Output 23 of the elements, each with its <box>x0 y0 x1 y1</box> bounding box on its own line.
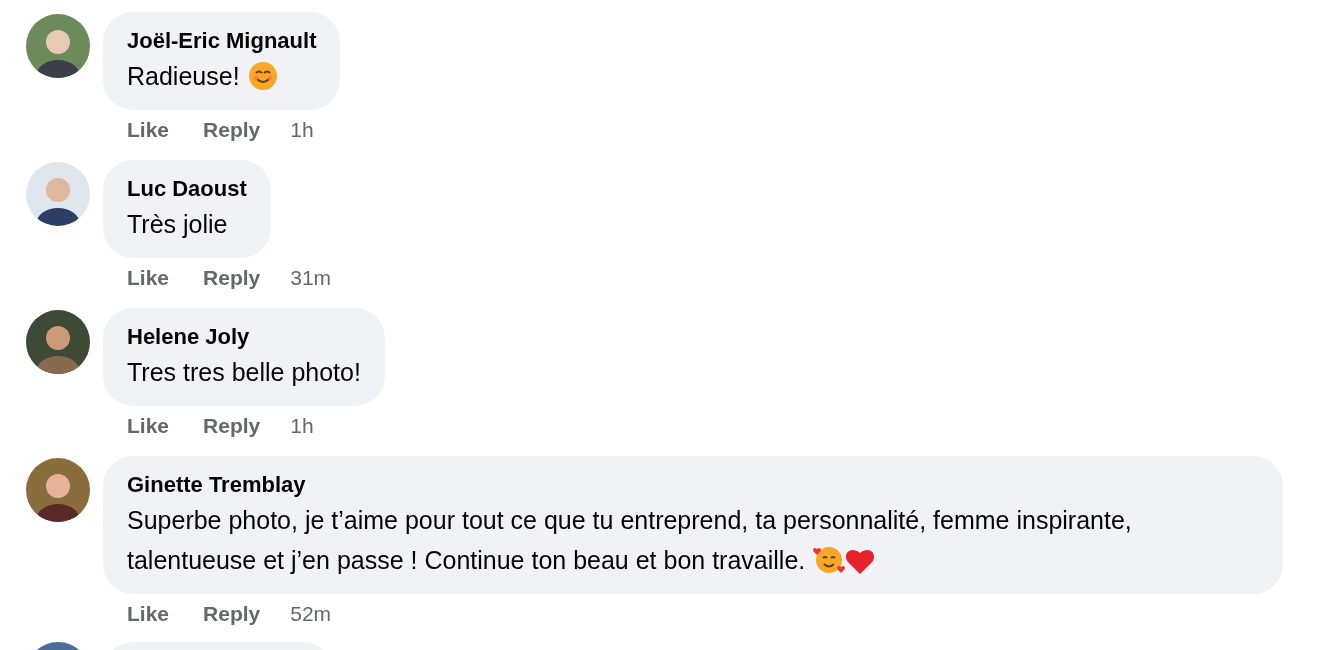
comment-text: Superbe photo, je t’aime pour tout ce que tu entreprend, ta personnalité, femme inspirante, talentueuse et j’en passe ! Continue ton beau et bon travaille. <box>127 505 1133 577</box>
author-name[interactable]: Ginette Tremblay <box>127 470 1259 500</box>
comment-text: Très jolie <box>127 209 229 240</box>
reply-link[interactable]: Reply <box>203 598 261 630</box>
comment-time[interactable]: 31m <box>290 262 332 294</box>
reply-link[interactable]: Reply <box>203 410 261 442</box>
like-link[interactable]: Like <box>127 262 170 294</box>
author-name[interactable]: Luc Daoust <box>127 174 247 204</box>
author-name[interactable]: Joël-Eric Mignault <box>127 26 317 56</box>
like-link[interactable]: Like <box>127 598 170 630</box>
comment-time[interactable]: 52m <box>290 598 332 630</box>
reply-link[interactable]: Reply <box>203 262 261 294</box>
comment-text: Radieuse! <box>127 56 317 96</box>
reply-link[interactable]: Reply <box>203 114 261 146</box>
like-link[interactable]: Like <box>127 114 170 146</box>
smiling-face-with-hearts-icon <box>813 545 846 575</box>
heart-icon <box>845 547 876 575</box>
smiling-face-icon <box>247 61 278 91</box>
comment-time[interactable]: 1h <box>290 410 314 442</box>
like-link[interactable]: Like <box>127 410 170 442</box>
comment-text: Tres tres belle photo! <box>127 357 361 388</box>
comment-time[interactable]: 1h <box>290 114 314 146</box>
author-name[interactable]: Helene Joly <box>127 322 361 352</box>
